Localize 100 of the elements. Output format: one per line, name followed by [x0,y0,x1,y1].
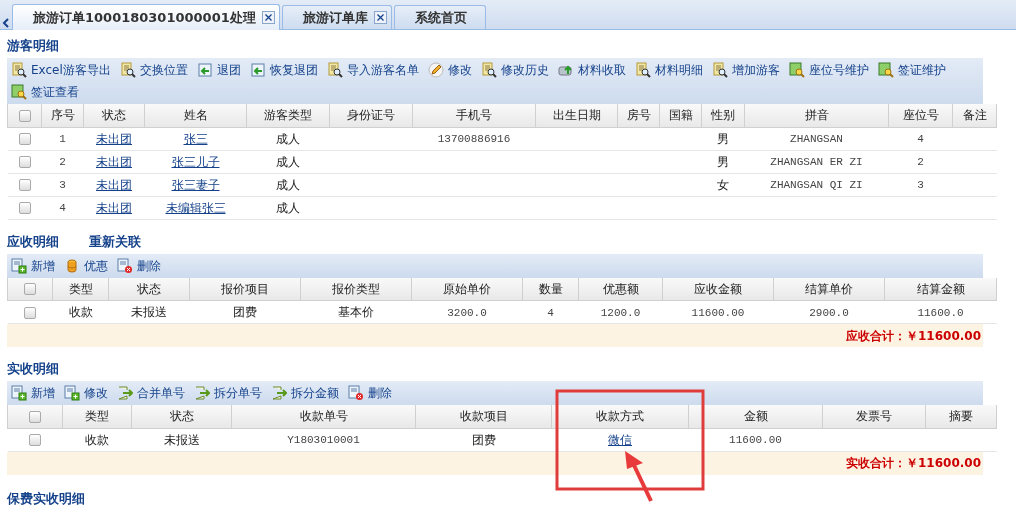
coins-icon [64,257,80,274]
toolbar-button[interactable]: 新增 [11,383,55,403]
table-cell: 男 [717,154,729,169]
toolbar-button[interactable]: 修改 [64,383,108,403]
toolbar-button[interactable]: 合并单号 [117,383,185,403]
table-cell: 2 [917,156,924,169]
row-checkbox[interactable] [18,179,31,191]
tab[interactable]: 旅游订单库 [281,5,392,29]
table-cell: 收款 [68,305,93,319]
row-checkbox[interactable] [18,133,31,145]
toolbar-button[interactable]: 座位号维护 [788,60,869,80]
table-cell: 成人 [276,177,300,192]
tab[interactable]: 系统首页 [393,5,486,29]
close-icon[interactable] [261,11,275,24]
toolbar-button[interactable]: 增加游客 [711,60,780,80]
column-header: 状态 [83,104,145,127]
table-cell: 3200.0 [447,306,487,319]
table-link[interactable]: 张三 [183,131,208,146]
select-all-checkbox[interactable] [24,283,36,296]
section-title: 保费实收明细 [7,489,85,508]
toolbar-button[interactable]: 签证查看 [11,82,79,102]
column-header: 报价项目 [189,277,301,301]
arrow [625,451,653,502]
document-delete-icon [117,257,133,274]
table-cell: 4 [917,133,924,146]
document-search-icon [634,62,651,78]
toolbar-button[interactable]: 拆分金额 [271,383,339,403]
column-header: 类型 [62,405,132,428]
toolbar-button[interactable]: 新增 [11,255,55,276]
table-cell: 13700886916 [437,133,511,146]
toolbar-button[interactable]: 修改历史 [480,60,549,80]
table-cell: 2900.0 [809,306,849,319]
toolbar-button[interactable]: 材料收取 [557,60,626,80]
table-link[interactable]: 未编辑张三 [165,200,226,215]
document-add-icon [11,385,27,401]
toolbar-button[interactable]: 拆分单号 [194,383,262,403]
document-search-icon [877,62,894,78]
table-link[interactable]: 未出团 [96,154,132,169]
column-header: 应收金额 [662,277,774,301]
table-link[interactable]: 张三儿子 [171,154,220,169]
select-all-checkbox[interactable] [18,109,31,122]
column-header: 结算单价 [773,277,885,301]
row-checkbox[interactable] [29,434,41,446]
column-header: 报价类型 [300,277,412,301]
toolbar-button[interactable]: 交换位置 [119,60,188,80]
toolbar-button[interactable]: 优惠 [64,255,108,276]
toolbar-button[interactable]: 删除 [348,383,392,403]
table-cell: 2 [59,156,66,169]
relink-link[interactable]: 重新关联 [89,231,141,252]
section-title: 实收明细 [7,360,59,379]
section-title: 游客明细 [7,37,59,56]
total-amount: 应收合计：￥11600.00 [846,327,981,345]
table-cell: ZHANGSAN [790,133,843,146]
scroll-left-icon[interactable] [2,17,10,29]
document-search-icon [480,62,497,78]
toolbar-button[interactable]: 材料明细 [634,60,703,80]
column-header: 备注 [952,104,997,127]
toolbar-button[interactable]: 退团 [196,60,241,80]
table-cell: 未报送 [131,305,167,319]
document-search-icon [326,62,343,78]
table-cell: 团费 [471,432,496,447]
table-cell: ZHANGSAN ER ZI [770,156,863,169]
table-cell: 收款 [85,432,109,447]
column-header: 原始单价 [411,277,523,301]
document-arrow-icon [194,385,210,401]
table-link[interactable]: 未出团 [96,177,132,192]
column-header: 房号 [617,104,660,127]
document-delete-icon [348,385,364,401]
table-cell: 成人 [276,200,300,215]
close-icon[interactable] [373,11,387,24]
row-checkbox[interactable] [18,156,31,168]
toolbar-button[interactable]: Excel游客导出 [11,60,111,80]
pencil-icon [427,62,444,78]
toolbar-button[interactable]: 签证维护 [877,60,946,80]
document-search-icon [119,62,136,78]
toolbar-button[interactable]: 删除 [117,255,161,276]
table-cell: 1 [59,133,66,146]
document-add-icon [11,257,27,274]
document-search-icon [788,62,805,78]
row-checkbox[interactable] [24,306,36,319]
table-link[interactable]: 微信 [608,432,632,447]
column-header: 序号 [41,104,84,127]
table-link[interactable]: 未出团 [96,200,132,215]
table-cell: 3 [917,179,924,192]
table-link[interactable]: 张三妻子 [171,177,220,192]
row-checkbox[interactable] [18,202,31,214]
column-header: 收款项目 [415,405,552,428]
toolbar-button[interactable]: 修改 [427,60,472,80]
column-header: 游客类型 [246,104,330,127]
column-header: 性别 [701,104,745,127]
toolbar-button[interactable]: 恢复退团 [249,60,318,80]
table-cell: 男 [717,131,729,146]
column-header: 出生日期 [535,104,618,127]
document-add-icon [64,385,80,401]
tab[interactable]: 旅游订单1000180301000001处理 [12,4,280,30]
toolbar-button[interactable]: 导入游客名单 [326,60,419,80]
column-header: 手机号 [412,104,536,127]
select-all-checkbox[interactable] [29,410,41,423]
table-cell: 成人 [276,154,300,169]
table-link[interactable]: 未出团 [96,131,132,146]
